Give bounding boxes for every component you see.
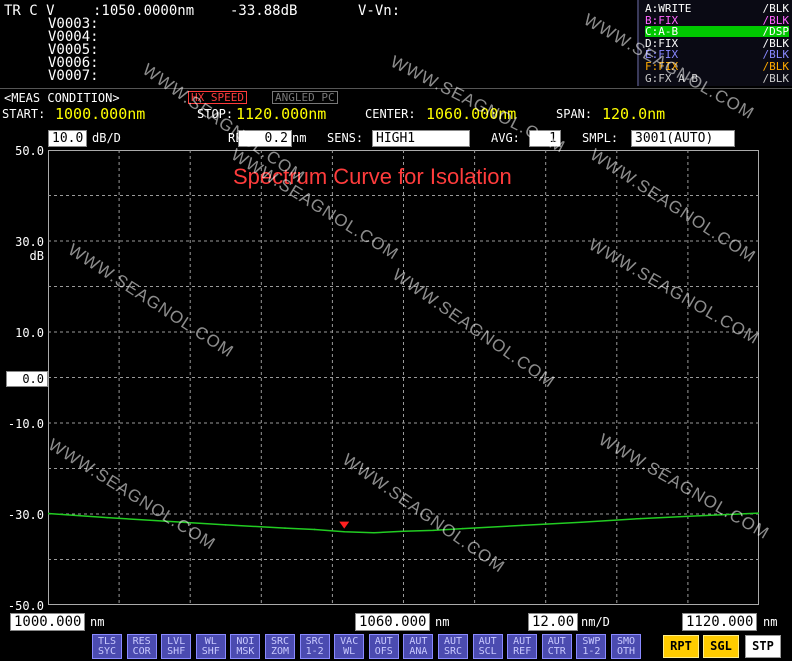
trace-point [402,530,405,533]
function-button[interactable]: AUT ANA [403,634,434,659]
trace-point [224,524,227,526]
trace-header: TR C V [4,3,55,19]
single-sweep-button[interactable]: SGL [703,635,739,658]
center-label: CENTER: [365,107,416,121]
trace-point [521,524,523,527]
start-value[interactable]: 1000.000nm [55,105,145,123]
trace-point [106,516,109,519]
marker-level: -33.88dB [230,3,298,19]
function-button[interactable]: AUT CTR [541,634,572,659]
y-tick-label: -50.0 [7,599,44,613]
y-tick-label: 50.0 [15,144,44,158]
trace-label: A:WRITE [645,2,692,15]
function-button[interactable]: VAC WL [334,634,365,659]
meas-condition-title: <MEAS CONDITION> [4,91,120,105]
trace-row[interactable]: A:WRITE/BLK [645,3,789,14]
smpl-value-box[interactable]: 3001(AUTO) [631,130,735,147]
trace-point [698,515,701,517]
function-button[interactable]: NOI MSK [230,634,261,659]
function-button[interactable]: TLS SYC [92,634,122,659]
trace-mode: /BLK [762,60,790,73]
angled-pc-indicator: ANGLED PC [272,91,338,104]
trace-mode: /BLK [762,48,790,62]
y-tick-label: -30.0 [7,508,44,522]
trace-point [639,517,642,520]
stop-sweep-button[interactable]: STP [745,635,781,658]
trace-point [313,528,316,531]
trace-label: C:A-B [645,25,679,39]
y-tick-label: 10.0 [15,326,44,340]
repeat-sweep-button[interactable]: RPT [663,635,699,658]
span-label: SPAN: [556,107,593,121]
function-button[interactable]: SWP 1-2 [576,634,607,659]
x-start-unit: nm [90,615,105,629]
function-button[interactable]: LVL SHF [161,634,192,659]
function-button[interactable]: AUT SRC [438,634,468,659]
y-unit-label: dB [29,249,44,263]
function-button[interactable]: SMO OTH [611,634,641,659]
measurement-condition: <MEAS CONDITION> HX SPEED ANGLED PC STAR… [0,88,792,129]
function-button[interactable]: SRC 1-2 [299,634,330,659]
trace-mode: /BLK [762,2,790,15]
trace-mode: /BLK [762,71,790,85]
res-unit: nm [292,131,307,145]
trace-row[interactable]: D:FIX/BLK [645,38,789,49]
function-button[interactable]: AUT OFS [368,634,399,659]
trace-point [284,527,286,529]
x-center-box[interactable]: 1060.000 [355,613,431,631]
span-value[interactable]: 120.0nm [602,105,665,123]
function-button[interactable]: WL SHF [195,634,226,659]
marker-wavelength: :1050.0000nm [93,3,195,19]
trace-label: B:FIX [645,13,679,27]
y-tick-label: -10.0 [7,417,44,431]
x-stop-unit: nm [763,615,778,629]
trace-mode: /BLK [762,13,790,27]
scale-unit: dB/D [92,131,121,145]
stop-value[interactable]: 1120.000nm [236,105,326,123]
trace-row[interactable]: B:FIX/BLK [645,15,789,26]
scale-value-box[interactable]: 10.0 [48,130,88,147]
function-button[interactable]: AUT SCL [472,634,503,659]
trace-point [343,530,346,533]
function-button[interactable]: SRC ZOM [265,634,295,659]
trace-point [580,521,583,523]
sens-value-box[interactable]: HIGH1 [372,130,470,147]
trace-info-area: TR C V :1050.0000nm -33.88dB V-Vn: V0003… [0,0,636,86]
x-div-box[interactable]: 12.00 [528,613,579,631]
ref-level-box[interactable]: 0.0 [6,371,48,387]
x-start-box[interactable]: 1000.000 [10,613,86,631]
trace-mode: /DSP [762,25,790,39]
x-center-unit: nm [435,615,450,629]
trace-mode: /BLK [762,36,790,50]
delta-label: V-Vn: [358,3,401,19]
trace-row[interactable]: C:A-B/DSP [645,25,790,39]
y-tick-label: 30.0 [15,235,44,249]
spectrum-chart-svg [48,150,759,605]
trace-point [373,531,375,534]
marker-row: V0007: [48,68,99,84]
x-stop-box[interactable]: 1120.000 [682,613,758,631]
smpl-label: SMPL: [582,131,619,145]
sens-label: SENS: [327,131,364,145]
marker-triangle-icon [339,521,350,529]
x-div-unit: nm/D [581,615,610,629]
spectrum-plot[interactable] [48,150,759,605]
function-button[interactable]: AUT REF [507,634,538,659]
start-label: START: [2,107,46,121]
function-button[interactable]: RES COR [126,634,157,659]
